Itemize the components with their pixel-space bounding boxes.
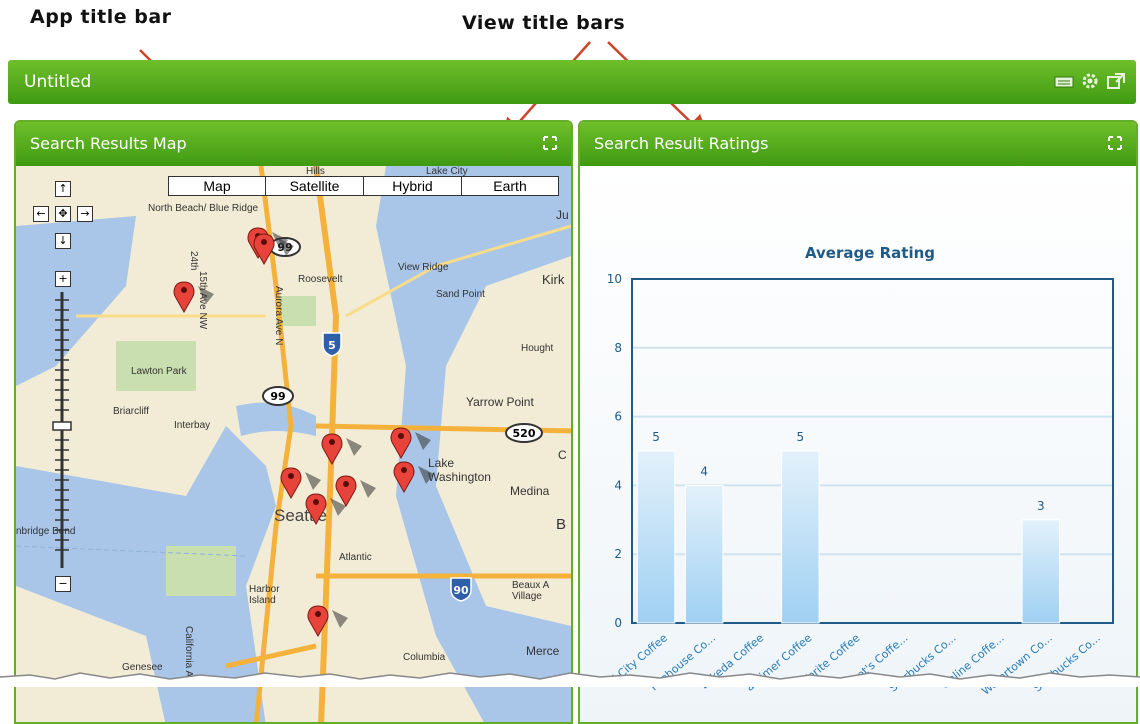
chart-view-title-bar: Search Result Ratings (580, 122, 1136, 166)
map-view: Search Results Map Map Satellite Hybrid … (14, 120, 573, 724)
y-tick-label: 4 (614, 478, 622, 492)
popout-icon[interactable] (1106, 72, 1126, 90)
map-pins (173, 227, 435, 637)
map-canvas[interactable]: Map Satellite Hybrid Earth ↑ ← ✥ → ↓ + − (16, 166, 571, 722)
chart-view-title: Search Result Ratings (594, 134, 769, 153)
map-pin-icon[interactable] (321, 433, 363, 465)
data-label: 5 (652, 430, 660, 444)
maximize-icon[interactable] (543, 136, 557, 150)
map-pin-icon[interactable] (173, 281, 215, 313)
data-label: 5 (797, 430, 805, 444)
data-label: 3 (1037, 499, 1045, 513)
bar-chart: Average Rating 0246810 5453 ll City Coff… (607, 244, 1114, 698)
map-pin-icon[interactable] (307, 605, 349, 637)
chart-area: Average Rating 0 2 4 6 8 10 5453 ll City Coff… (580, 166, 1136, 722)
map-pin-icon[interactable] (390, 427, 432, 459)
y-tick-label: 10 (607, 272, 622, 286)
bar[interactable] (636, 450, 676, 624)
data-label: 4 (700, 464, 708, 478)
gear-icon[interactable] (1080, 72, 1100, 90)
bar[interactable] (1021, 519, 1061, 624)
map-pin-icon[interactable] (280, 467, 322, 499)
map-pin-icon[interactable] (393, 461, 435, 493)
map-view-title-bar: Search Results Map (16, 122, 571, 166)
map-pin-icon[interactable] (305, 493, 347, 525)
app-title: Untitled (24, 72, 92, 92)
chart-view: Search Result Ratings Average Rating 0 2 4… (578, 120, 1138, 724)
map-view-title: Search Results Map (30, 134, 187, 153)
y-tick-label: 0 (614, 616, 622, 630)
y-tick-label: 8 (614, 341, 622, 355)
bar[interactable] (781, 450, 820, 624)
y-tick-label: 6 (614, 410, 622, 424)
keyboard-icon[interactable] (1054, 72, 1074, 90)
map-pin-icon[interactable] (253, 233, 295, 265)
y-tick-label: 2 (614, 547, 622, 561)
maximize-icon[interactable] (1108, 136, 1122, 150)
bar[interactable] (684, 484, 724, 624)
map-pin-icon[interactable] (335, 475, 377, 507)
torn-edge (0, 672, 1140, 687)
app-title-bar: Untitled (8, 60, 1136, 104)
chart-title: Average Rating (805, 244, 935, 262)
